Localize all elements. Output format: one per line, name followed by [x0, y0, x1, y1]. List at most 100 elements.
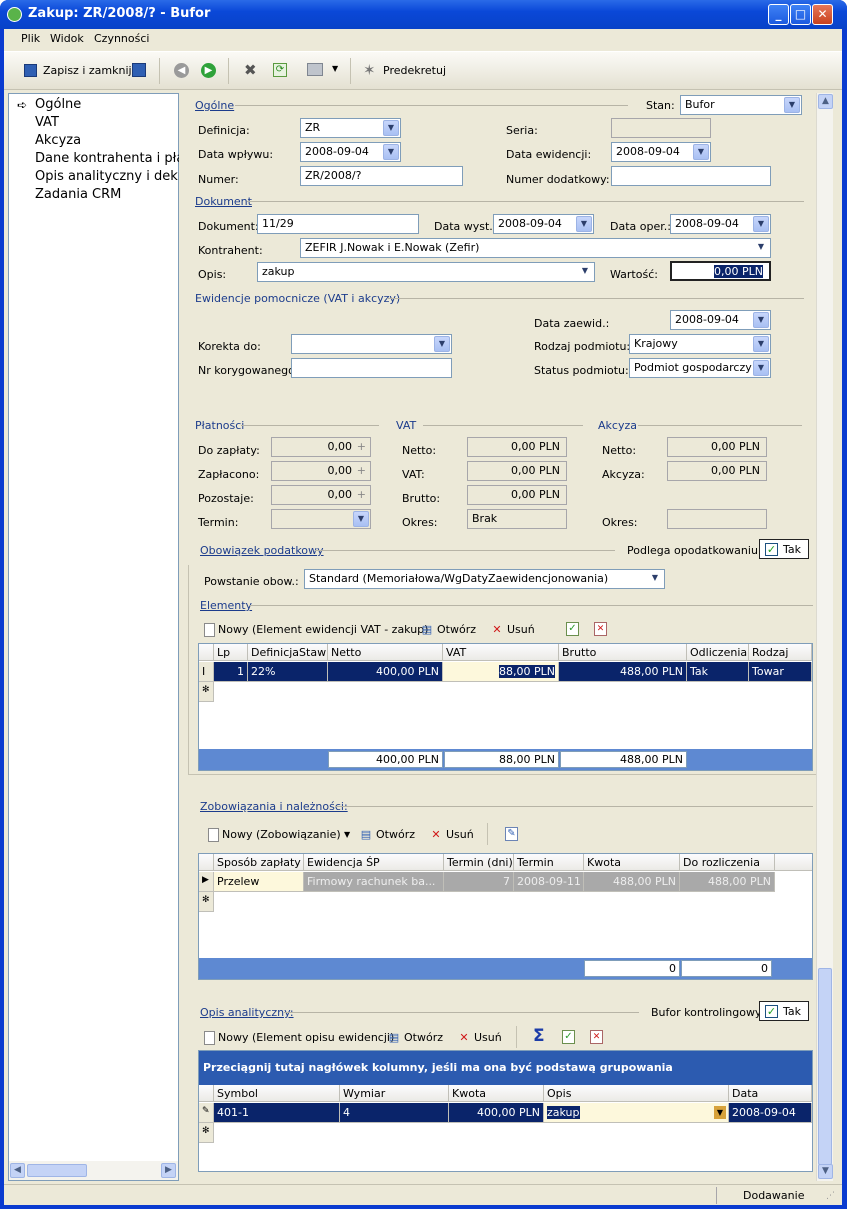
cell-opis-editing[interactable]: zakup ▼ — [544, 1103, 729, 1123]
do-zaplaty-field[interactable]: 0,00 + — [271, 437, 371, 457]
definicja-select[interactable]: ZR ▼ — [300, 118, 401, 138]
vat-brutto-field[interactable]: 0,00 PLN — [467, 485, 567, 505]
chevron-down-icon[interactable]: ▼ — [332, 64, 338, 73]
zaplacono-field[interactable]: 0,00 + — [271, 461, 371, 481]
scroll-right-button[interactable]: ▶ — [161, 1163, 176, 1178]
menu-widok[interactable]: Widok — [50, 32, 84, 45]
col-brutto[interactable]: Brutto — [559, 644, 687, 661]
approve-icon[interactable]: ✓ — [562, 1030, 575, 1044]
checkbox-checked[interactable]: ✓ — [765, 1005, 778, 1018]
stan-select[interactable]: Bufor ▼ — [680, 95, 802, 115]
chevron-down-icon[interactable]: ▼ — [383, 120, 399, 136]
chevron-down-icon[interactable]: ▼ — [577, 264, 593, 280]
col-termin-dni[interactable]: Termin (dni) — [444, 854, 514, 871]
vat-vat-field[interactable]: 0,00 PLN — [467, 461, 567, 481]
plus-icon[interactable]: + — [357, 440, 366, 453]
data-wyst-picker[interactable]: 2008-09-04 ▼ — [493, 214, 594, 234]
nav-item-opis-analityczny[interactable]: Opis analityczny i dekret — [35, 169, 179, 184]
minimize-button[interactable]: _ — [768, 4, 789, 25]
dokument-field[interactable]: 11/29 — [257, 214, 419, 234]
status-podmiotu-select[interactable]: Podmiot gospodarczy ▼ — [629, 358, 771, 378]
col-definicja-stawki[interactable]: DefinicjaStaw — [248, 644, 328, 661]
menu-plik[interactable]: Plik — [21, 32, 40, 45]
col-vat[interactable]: VAT — [443, 644, 559, 661]
col-lp[interactable]: Lp — [214, 644, 248, 661]
col-opis[interactable]: Opis — [544, 1085, 729, 1102]
group-by-panel[interactable]: Przeciągnij tutaj nagłówek kolumny, jeśl… — [199, 1051, 812, 1085]
reject-icon[interactable]: ✕ — [590, 1030, 603, 1044]
approve-icon[interactable]: ✓ — [566, 622, 579, 636]
plus-icon[interactable]: + — [357, 464, 366, 477]
save-disk-icon[interactable] — [132, 63, 146, 77]
plus-icon[interactable]: + — [357, 488, 366, 501]
resize-grip-icon[interactable]: ⋰ — [826, 1191, 835, 1201]
col-symbol[interactable]: Symbol — [214, 1085, 340, 1102]
col-netto[interactable]: Netto — [328, 644, 443, 661]
main-vscrollbar[interactable]: ▲ ▼ — [816, 93, 833, 1181]
chevron-down-icon[interactable]: ▼ — [344, 830, 350, 839]
nav-item-zadania-crm[interactable]: Zadania CRM — [35, 187, 179, 202]
nav-item-vat[interactable]: VAT — [35, 115, 179, 130]
back-icon[interactable]: ◀ — [174, 63, 189, 78]
elementy-new-button[interactable]: Nowy (Element ewidencji VAT - zakup) — [204, 623, 428, 637]
col-do-rozliczenia[interactable]: Do rozliczenia — [680, 854, 775, 871]
col-sposob-zaplaty[interactable]: Sposób zapłaty — [214, 854, 304, 871]
scroll-up-button[interactable]: ▲ — [818, 94, 833, 109]
chevron-down-icon[interactable]: ▼ — [784, 97, 800, 113]
chevron-down-icon[interactable]: ▼ — [383, 144, 399, 160]
zobowiazania-delete-button[interactable]: ✕ Usuń — [429, 828, 473, 842]
opis-new-button[interactable]: Nowy (Element opisu ewidencji) — [204, 1031, 394, 1045]
zobowiazania-open-button[interactable]: ▤ Otwórz — [359, 828, 415, 842]
nav-item-dane-kontrahenta[interactable]: Dane kontrahenta i płatn — [35, 151, 179, 166]
col-kwota[interactable]: Kwota — [584, 854, 680, 871]
predekretuj-button[interactable]: Predekretuj — [383, 64, 446, 77]
chevron-down-icon[interactable]: ▼ — [434, 336, 450, 352]
seria-field[interactable] — [611, 118, 711, 138]
chevron-down-icon[interactable]: ▼ — [753, 336, 769, 352]
vat-okres-field[interactable]: Brak — [467, 509, 567, 529]
numer-field[interactable]: ZR/2008/? — [300, 166, 463, 186]
save-close-button[interactable]: Zapisz i zamknij — [43, 64, 132, 77]
refresh-icon[interactable]: ⟳ — [273, 63, 287, 77]
col-termin[interactable]: Termin — [514, 854, 584, 871]
scroll-thumb[interactable] — [27, 1164, 87, 1177]
print-icon[interactable] — [307, 63, 323, 76]
akcyza-netto-field[interactable]: 0,00 PLN — [667, 437, 767, 457]
checkbox-checked[interactable]: ✓ — [765, 543, 778, 556]
col-ewidencja-sp[interactable]: Ewidencja ŚP — [304, 854, 444, 871]
forward-icon[interactable]: ▶ — [201, 63, 216, 78]
akcyza-okres-field[interactable] — [667, 509, 767, 529]
col-kwota[interactable]: Kwota — [449, 1085, 544, 1102]
opis-open-button[interactable]: ▤ Otwórz — [387, 1031, 443, 1045]
col-data[interactable]: Data — [729, 1085, 812, 1102]
data-oper-picker[interactable]: 2008-09-04 ▼ — [670, 214, 771, 234]
cell-vat-editing[interactable]: 88,00 PLN — [443, 662, 559, 682]
chevron-down-icon[interactable]: ▼ — [753, 216, 769, 232]
chevron-down-icon[interactable]: ▼ — [647, 571, 663, 587]
chevron-down-icon[interactable]: ▼ — [693, 144, 709, 160]
numer-dodatkowy-field[interactable] — [611, 166, 771, 186]
opis-select[interactable]: zakup ▼ — [257, 262, 595, 282]
close-button[interactable]: ✕ — [812, 4, 833, 25]
opis-delete-button[interactable]: ✕ Usuń — [457, 1031, 501, 1045]
kontrahent-select[interactable]: ZEFIR J.Nowak i E.Nowak (Zefir) ▼ — [300, 238, 771, 258]
edit-icon[interactable]: ✎ — [505, 827, 518, 841]
col-wymiar[interactable]: Wymiar — [340, 1085, 449, 1102]
data-ewidencji-picker[interactable]: 2008-09-04 ▼ — [611, 142, 711, 162]
termin-select[interactable]: ▼ — [271, 509, 371, 529]
podlega-checkbox-group[interactable]: ✓ Tak — [759, 539, 809, 559]
rodzaj-podmiotu-select[interactable]: Krajowy ▼ — [629, 334, 771, 354]
sigma-icon[interactable]: Σ — [533, 1026, 545, 1046]
maximize-button[interactable]: □ — [790, 4, 811, 25]
data-zaewid-picker[interactable]: 2008-09-04 ▼ — [670, 310, 771, 330]
chevron-down-icon[interactable]: ▼ — [753, 360, 769, 376]
powstanie-select[interactable]: Standard (Memoriałowa/WgDatyZaewidencjon… — [304, 569, 665, 589]
reject-icon[interactable]: ✕ — [594, 622, 607, 636]
korekta-select[interactable]: ▼ — [291, 334, 452, 354]
chevron-down-icon[interactable]: ▼ — [576, 216, 592, 232]
chevron-down-icon[interactable]: ▼ — [353, 511, 369, 527]
nav-hscrollbar[interactable]: ◀ ▶ — [9, 1161, 178, 1180]
col-odliczenia[interactable]: Odliczenia — [687, 644, 749, 661]
tools-icon[interactable]: ✖ — [244, 61, 257, 79]
data-wplywu-picker[interactable]: 2008-09-04 ▼ — [300, 142, 401, 162]
